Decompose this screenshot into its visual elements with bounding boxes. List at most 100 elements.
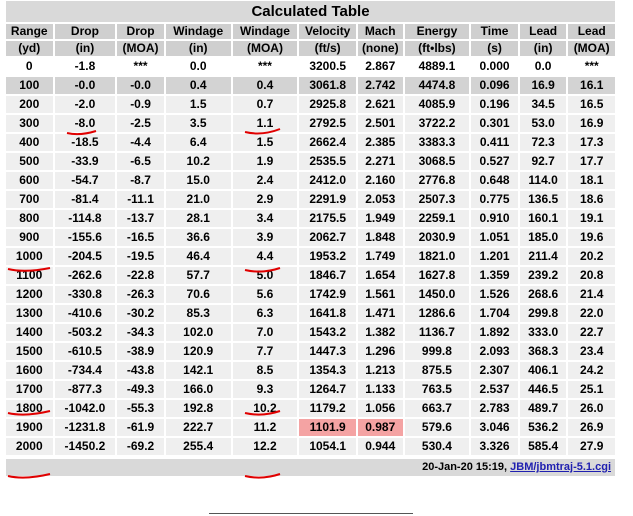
table-cell: -877.3 [54, 381, 116, 398]
table-cell: 3200.5 [299, 58, 357, 75]
table-cell: 0.4 [232, 77, 298, 94]
table-cell: 0.196 [471, 96, 518, 113]
divider-line [209, 513, 413, 514]
table-cell: -4.4 [117, 134, 164, 151]
table-cell: -0.9 [117, 96, 164, 113]
table-cell: 2.783 [471, 400, 518, 417]
table-cell: 136.5 [519, 191, 567, 208]
table-cell: -330.8 [54, 286, 116, 303]
table-cell: 1627.8 [404, 267, 470, 284]
table-cell: 1.949 [358, 210, 403, 227]
table-cell: 200 [6, 96, 53, 113]
table-title: Calculated Table [6, 1, 615, 22]
table-cell: 0.0 [165, 58, 231, 75]
table-cell: 16.9 [568, 115, 615, 132]
table-cell: 1200 [6, 286, 53, 303]
table-cell: 1641.8 [299, 305, 357, 322]
table-cell: 446.5 [519, 381, 567, 398]
table-cell: 3.046 [471, 419, 518, 436]
table-cell: 1054.1 [299, 438, 357, 455]
table-cell: -16.5 [117, 229, 164, 246]
table-cell: -22.8 [117, 267, 164, 284]
table-cell: -55.3 [117, 400, 164, 417]
table-cell: 0.944 [358, 438, 403, 455]
table-cell: 46.4 [165, 248, 231, 265]
jbmtraj-link[interactable]: JBM/jbmtraj-5.1.cgi [510, 461, 611, 473]
table-cell: 21.0 [165, 191, 231, 208]
table-cell: 500 [6, 153, 53, 170]
table-cell: 2259.1 [404, 210, 470, 227]
table-cell: -6.5 [117, 153, 164, 170]
column-unit: (in) [165, 41, 231, 56]
table-cell: 17.7 [568, 153, 615, 170]
table-row: 1200 -330.8 -26.3 70.6 5.6 1742.9 1.561 1450.0 1… [6, 286, 615, 303]
column-unit: (none) [358, 41, 403, 56]
table-cell: 1543.2 [299, 324, 357, 341]
table-cell: 16.1 [568, 77, 615, 94]
table-cell: 1.1 [232, 115, 298, 132]
table-cell: 2776.8 [404, 172, 470, 189]
column-unit: (yd) [6, 41, 53, 56]
table-cell: 2.867 [358, 58, 403, 75]
table-cell: 1846.7 [299, 267, 357, 284]
table-cell: 536.2 [519, 419, 567, 436]
column-unit: (s) [471, 41, 518, 56]
table-cell: 0.096 [471, 77, 518, 94]
table-cell: 3.5 [165, 115, 231, 132]
calculated-table-panel: Calculated Table Range Drop Drop Windage Win… [4, 1, 617, 476]
table-cell: 23.4 [568, 343, 615, 360]
table-row: 1000 -204.5 -19.5 46.4 4.4 1953.2 1.749 1821.0 1… [6, 248, 615, 265]
table-cell: 400 [6, 134, 53, 151]
table-cell: 1.848 [358, 229, 403, 246]
column-header: Windage [232, 24, 298, 39]
table-cell: -38.9 [117, 343, 164, 360]
table-cell: 875.5 [404, 362, 470, 379]
table-cell: 268.6 [519, 286, 567, 303]
table-cell: 22.7 [568, 324, 615, 341]
table-cell: 1.526 [471, 286, 518, 303]
table-cell: -30.2 [117, 305, 164, 322]
table-cell: 2.093 [471, 343, 518, 360]
table-cell: 6.3 [232, 305, 298, 322]
table-cell: 1.133 [358, 381, 403, 398]
table-cell: 0.4 [165, 77, 231, 94]
table-row: 900 -155.6 -16.5 36.6 3.9 2062.7 1.848 2030.9 1.… [6, 229, 615, 246]
table-cell: 114.0 [519, 172, 567, 189]
table-cell: 18.6 [568, 191, 615, 208]
table-cell: 1100 [6, 267, 53, 284]
table-cell: 20.8 [568, 267, 615, 284]
table-cell: 2792.5 [299, 115, 357, 132]
table-cell: 10.2 [165, 153, 231, 170]
table-cell: 1900 [6, 419, 53, 436]
table-cell: 15.0 [165, 172, 231, 189]
table-row: 1800 -1042.0 -55.3 192.8 10.2 1179.2 1.056 663.… [6, 400, 615, 417]
table-cell: 1.5 [165, 96, 231, 113]
column-unit: (in) [519, 41, 567, 56]
table-cell: 2535.5 [299, 153, 357, 170]
table-cell: 11.2 [232, 419, 298, 436]
column-unit: (MOA) [568, 41, 615, 56]
table-cell: 3383.3 [404, 134, 470, 151]
table-cell: 53.0 [519, 115, 567, 132]
table-cell: 0.301 [471, 115, 518, 132]
table-cell: -19.5 [117, 248, 164, 265]
table-cell: 2.307 [471, 362, 518, 379]
table-row: 600 -54.7 -8.7 15.0 2.4 2412.0 2.160 2776.8 0.64… [6, 172, 615, 189]
header-row-units: (yd) (in) (MOA) (in) (MOA) (ft/s) (none) (ft•lb… [6, 41, 615, 56]
table-cell: 1600 [6, 362, 53, 379]
table-cell: 26.0 [568, 400, 615, 417]
table-row: 300 -8.0 -2.5 3.5 1.1 2792.5 2.501 3722.2 0.301 5… [6, 115, 615, 132]
table-cell: 1179.2 [299, 400, 357, 417]
table-cell: 1.201 [471, 248, 518, 265]
table-cell: -69.2 [117, 438, 164, 455]
table-cell: 1447.3 [299, 343, 357, 360]
table-cell: 406.1 [519, 362, 567, 379]
table-cell: -11.1 [117, 191, 164, 208]
table-cell: 21.4 [568, 286, 615, 303]
table-cell: 1.654 [358, 267, 403, 284]
table-cell: 1.5 [232, 134, 298, 151]
table-cell: 999.8 [404, 343, 470, 360]
table-cell: 92.7 [519, 153, 567, 170]
table-cell: 239.2 [519, 267, 567, 284]
table-cell: 585.4 [519, 438, 567, 455]
